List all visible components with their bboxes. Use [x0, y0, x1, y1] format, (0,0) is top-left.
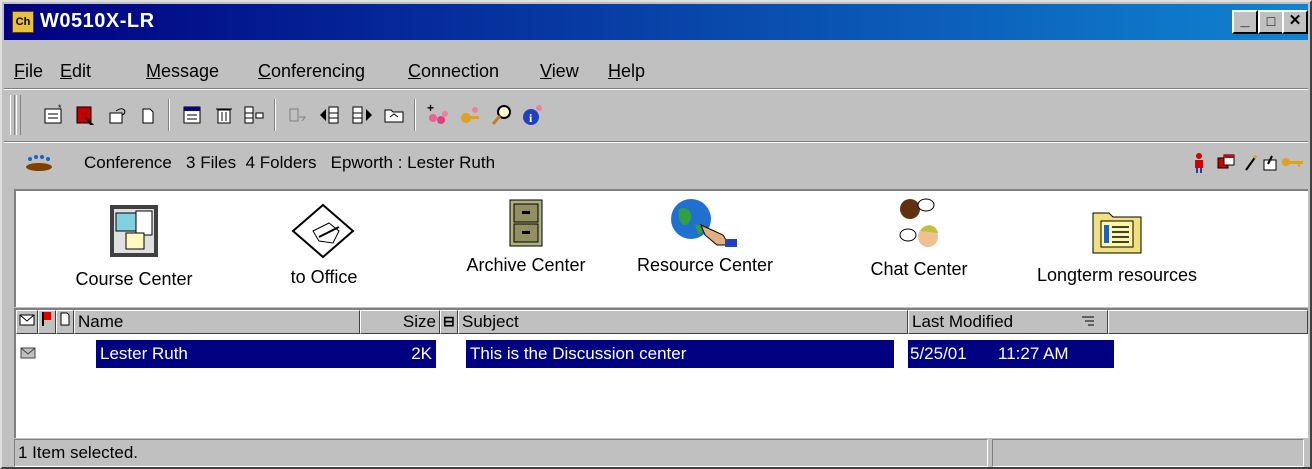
last-modified-label: Last Modified: [912, 312, 1014, 331]
menu-message[interactable]: Message: [146, 56, 219, 86]
toolbar: * + i: [4, 91, 1308, 139]
collapse-column-header[interactable]: ⊟: [440, 310, 458, 334]
close-button[interactable]: ✕: [1282, 10, 1308, 34]
status-panel-secondary: [992, 439, 1304, 467]
last-modified-column-header[interactable]: Last Modified: [908, 310, 1108, 334]
to-office-shortcut[interactable]: to Office: [264, 201, 384, 288]
menu-connection[interactable]: Connection: [408, 56, 499, 86]
row-date: 5/25/01: [908, 340, 986, 368]
file-cabinet-icon: [501, 195, 551, 251]
list-header: Name Size ⊟ Subject Last Modified: [16, 310, 1308, 334]
shortcut-panel: Course Center to Office Archive Center R…: [14, 189, 1308, 307]
envelope-column-header[interactable]: [16, 310, 38, 334]
key-icon[interactable]: [1262, 152, 1306, 179]
sort-icon[interactable]: [1081, 314, 1095, 333]
conference-icon: [24, 153, 54, 178]
menu-help[interactable]: Help: [608, 56, 645, 86]
key-users-icon[interactable]: [456, 101, 484, 129]
hand-writing-icon: [289, 201, 359, 261]
pencil-icon[interactable]: [1242, 152, 1260, 179]
size-column-header[interactable]: Size: [360, 310, 440, 334]
course-center-label: Course Center: [75, 269, 193, 289]
bulletin-board-icon: [106, 201, 162, 261]
resource-center-shortcut[interactable]: Resource Center: [620, 195, 790, 276]
next-icon[interactable]: [348, 101, 376, 129]
title-bar[interactable]: Ch W0510X-LR _ □ ✕: [4, 4, 1308, 40]
app-icon[interactable]: Ch: [12, 11, 34, 33]
print-icon[interactable]: [178, 101, 206, 129]
minimize-button[interactable]: _: [1232, 10, 1258, 34]
row-time: 11:27 AM: [986, 340, 1114, 368]
archive-center-shortcut[interactable]: Archive Center: [446, 195, 606, 276]
document-column-header[interactable]: [56, 310, 74, 334]
search-icon[interactable]: [488, 101, 516, 129]
maximize-button[interactable]: □: [1258, 10, 1284, 34]
reply-icon[interactable]: [104, 101, 132, 129]
menu-file[interactable]: File: [14, 56, 43, 86]
person-icon[interactable]: [1192, 152, 1206, 179]
toolbar-grip[interactable]: [16, 95, 21, 135]
svg-text:+: +: [427, 102, 434, 115]
new-document-icon[interactable]: [134, 101, 162, 129]
globe-hand-icon: [665, 195, 745, 251]
name-column-header[interactable]: Name: [74, 310, 360, 334]
folder-document-icon: [1087, 203, 1147, 259]
svg-text:*: *: [58, 103, 62, 113]
status-text: 1 Item selected.: [14, 439, 988, 467]
toolbar-bottom-separator: [4, 141, 1308, 143]
longterm-resources-shortcut[interactable]: Longterm resources: [1012, 203, 1222, 286]
toolbar-separator: [168, 99, 170, 131]
properties-icon[interactable]: [240, 101, 268, 129]
chat-people-icon: [884, 195, 954, 255]
chat-center-shortcut[interactable]: Chat Center: [854, 195, 984, 280]
menu-edit[interactable]: Edit: [60, 56, 91, 86]
row-subject: This is the Discussion center: [466, 340, 894, 368]
row-size: 2K: [360, 340, 436, 368]
window-title: W0510X-LR: [40, 10, 155, 32]
windows-icon[interactable]: [1216, 152, 1238, 179]
menu-conferencing[interactable]: Conferencing: [258, 56, 365, 86]
chat-center-label: Chat Center: [870, 259, 968, 279]
toolbar-grip[interactable]: [10, 95, 15, 135]
menu-separator: [4, 88, 1308, 90]
subject-column-header[interactable]: Subject: [458, 310, 908, 334]
forward-icon[interactable]: [284, 101, 312, 129]
resource-center-label: Resource Center: [636, 255, 774, 275]
longterm-resources-label: Longterm resources: [1036, 265, 1198, 285]
location-bar: Conference 3 Files 4 Folders Epworth : L…: [4, 144, 1308, 184]
envelope-icon: [20, 340, 36, 368]
archive-center-label: Archive Center: [466, 255, 586, 275]
toolbar-separator: [414, 99, 416, 131]
info-icon[interactable]: i: [518, 101, 546, 129]
location-text: Conference 3 Files 4 Folders Epworth : L…: [84, 153, 496, 172]
application-window: Ch W0510X-LR _ □ ✕ File Edit Message Con…: [0, 0, 1312, 469]
status-bar: 1 Item selected.: [14, 439, 1308, 467]
up-folder-icon[interactable]: [380, 101, 408, 129]
add-users-icon[interactable]: +: [424, 101, 452, 129]
table-row[interactable]: Lester Ruth 2K This is the Discussion ce…: [16, 340, 1308, 368]
course-center-shortcut[interactable]: Course Center: [64, 201, 204, 290]
row-name: Lester Ruth: [96, 340, 360, 368]
message-list: Name Size ⊟ Subject Last Modified Lester…: [14, 308, 1308, 438]
previous-icon[interactable]: [316, 101, 344, 129]
menu-view[interactable]: View: [540, 56, 579, 86]
empty-column-header[interactable]: [1108, 310, 1308, 334]
edit-message-icon[interactable]: [72, 101, 100, 129]
flag-column-header[interactable]: [38, 310, 56, 334]
toolbar-separator: [274, 99, 276, 131]
delete-icon[interactable]: [210, 101, 238, 129]
to-office-label: to Office: [290, 267, 358, 287]
new-message-icon[interactable]: *: [40, 101, 68, 129]
